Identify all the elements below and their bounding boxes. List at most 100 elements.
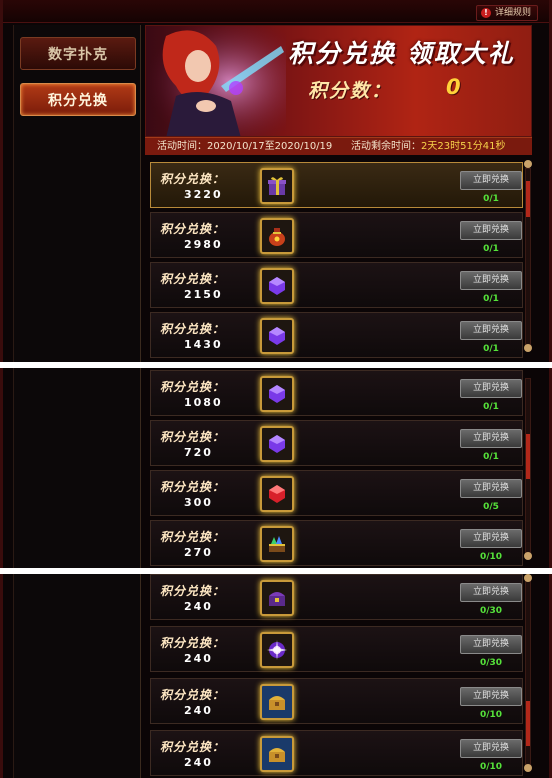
- score-label: 积分数：: [308, 80, 393, 102]
- left-sidebar: [13, 368, 141, 568]
- exchange-count: 0/1: [483, 294, 499, 304]
- exchange-button[interactable]: 立即兑换: [460, 529, 522, 548]
- banner-title: 积分兑换 领取大礼: [288, 39, 515, 68]
- scrollbar-thumb[interactable]: [526, 181, 530, 217]
- exchange-row: 积分兑换： 240 立即兑换 0/30: [150, 574, 523, 620]
- treasure-bag-icon[interactable]: [260, 218, 294, 254]
- scrollbar[interactable]: [525, 378, 531, 554]
- exchange-row: 积分兑换： 2150 立即兑换 0/1: [150, 262, 523, 308]
- event-info-bar: 活动时间：2020/10/17至2020/10/19 活动剩余时间：2天23时5…: [145, 137, 532, 155]
- heroine-illustration: [146, 26, 286, 136]
- exchange-button[interactable]: 立即兑换: [460, 171, 522, 190]
- screenshot-panel-2: 积分兑换： 1080 立即兑换 0/1 积分兑换： 720 立即兑换 0/1 积…: [0, 368, 552, 568]
- row-points: 1430: [184, 338, 223, 351]
- row-label: 积分兑换：: [160, 172, 226, 186]
- exchange-count: 0/1: [483, 244, 499, 254]
- nav-item-digital-poker[interactable]: 数字扑克: [20, 37, 136, 70]
- row-label: 积分兑换：: [160, 380, 226, 394]
- scrollbar-thumb[interactable]: [526, 701, 530, 746]
- exchange-button[interactable]: 立即兑换: [460, 583, 522, 602]
- row-label: 积分兑换：: [160, 530, 226, 544]
- scroll-down-knob[interactable]: [524, 764, 532, 772]
- scrollbar[interactable]: [525, 168, 531, 348]
- nav-item-points-exchange[interactable]: 积分兑换: [20, 83, 136, 116]
- exchange-row: 积分兑换： 1430 立即兑换 0/1: [150, 312, 523, 358]
- gift-box-icon[interactable]: [260, 168, 294, 204]
- rules-button[interactable]: ! 详细规则: [475, 5, 538, 21]
- remaining-time: 活动剩余时间：2天23时51分41秒: [351, 138, 506, 155]
- scrollbar-thumb[interactable]: [526, 434, 530, 479]
- exchange-row: 积分兑换： 240 立即兑换 0/10: [150, 730, 523, 776]
- purple-chest-icon[interactable]: [260, 580, 294, 616]
- exchange-row: 积分兑换： 300 立即兑换 0/5: [150, 470, 523, 516]
- row-points: 2980: [184, 238, 223, 251]
- row-points: 3220: [184, 188, 223, 201]
- left-sidebar: [13, 25, 141, 362]
- score-value: 0: [446, 75, 461, 99]
- exchange-count: 0/30: [479, 658, 503, 668]
- row-label: 积分兑换：: [160, 322, 226, 336]
- top-bar: ! 详细规则: [0, 0, 552, 23]
- exchange-button[interactable]: 立即兑换: [460, 221, 522, 240]
- scroll-down-knob[interactable]: [524, 344, 532, 352]
- screenshot-panel-3: 积分兑换： 240 立即兑换 0/30 积分兑换： 240 立即兑换 0/30 …: [0, 574, 552, 778]
- exchange-button[interactable]: 立即兑换: [460, 429, 522, 448]
- red-gem-icon[interactable]: [260, 476, 294, 512]
- row-points: 300: [184, 496, 213, 509]
- row-label: 积分兑换：: [160, 272, 226, 286]
- exchange-button[interactable]: 立即兑换: [460, 379, 522, 398]
- event-banner: 积分兑换 领取大礼 积分数： 0: [145, 25, 532, 137]
- rules-button-label: 详细规则: [494, 8, 531, 18]
- row-points: 240: [184, 756, 213, 769]
- exchange-row: 积分兑换： 2980 立即兑换 0/1: [150, 212, 523, 258]
- exchange-count: 0/1: [483, 402, 499, 412]
- exchange-count: 0/10: [479, 710, 503, 720]
- exchange-count: 0/30: [479, 606, 503, 616]
- exchange-row: 积分兑换： 720 立即兑换 0/1: [150, 420, 523, 466]
- exchange-count: 0/10: [479, 552, 503, 562]
- row-points: 240: [184, 652, 213, 665]
- row-label: 积分兑换：: [160, 584, 226, 598]
- exchange-button[interactable]: 立即兑换: [460, 739, 522, 758]
- gem-chest-icon[interactable]: [260, 526, 294, 562]
- scrollbar[interactable]: [525, 580, 531, 770]
- purple-gem-icon[interactable]: [260, 268, 294, 304]
- left-sidebar: [13, 574, 141, 778]
- info-icon: !: [480, 8, 491, 18]
- remaining-time-label: 活动剩余时间：: [351, 141, 421, 152]
- row-label: 积分兑换：: [160, 740, 226, 754]
- row-points: 240: [184, 704, 213, 717]
- scroll-down-knob[interactable]: [524, 552, 532, 560]
- exchange-count: 0/5: [483, 502, 499, 512]
- gold-chest-icon[interactable]: [260, 736, 294, 772]
- purple-gem-icon[interactable]: [260, 426, 294, 462]
- exchange-button[interactable]: 立即兑换: [460, 271, 522, 290]
- purple-gem-icon[interactable]: [260, 318, 294, 354]
- exchange-button[interactable]: 立即兑换: [460, 687, 522, 706]
- event-time: 活动时间：2020/10/17至2020/10/19: [157, 141, 333, 152]
- purple-orb-icon[interactable]: [260, 632, 294, 668]
- exchange-count: 0/1: [483, 344, 499, 354]
- scroll-up-knob[interactable]: [524, 574, 532, 582]
- scroll-up-knob[interactable]: [524, 160, 532, 168]
- row-points: 240: [184, 600, 213, 613]
- row-label: 积分兑换：: [160, 430, 226, 444]
- row-points: 2150: [184, 288, 223, 301]
- purple-gem-icon[interactable]: [260, 376, 294, 412]
- row-label: 积分兑换：: [160, 222, 226, 236]
- exchange-row: 积分兑换： 240 立即兑换 0/10: [150, 678, 523, 724]
- row-label: 积分兑换：: [160, 480, 226, 494]
- row-points: 720: [184, 446, 213, 459]
- exchange-button[interactable]: 立即兑换: [460, 321, 522, 340]
- row-label: 积分兑换：: [160, 636, 226, 650]
- row-points: 270: [184, 546, 213, 559]
- exchange-row: 积分兑换： 270 立即兑换 0/10: [150, 520, 523, 566]
- gold-chest-icon[interactable]: [260, 684, 294, 720]
- exchange-button[interactable]: 立即兑换: [460, 635, 522, 654]
- row-label: 积分兑换：: [160, 688, 226, 702]
- row-points: 1080: [184, 396, 223, 409]
- exchange-row: 积分兑换： 1080 立即兑换 0/1: [150, 370, 523, 416]
- exchange-button[interactable]: 立即兑换: [460, 479, 522, 498]
- exchange-count: 0/1: [483, 452, 499, 462]
- exchange-row: 积分兑换： 240 立即兑换 0/30: [150, 626, 523, 672]
